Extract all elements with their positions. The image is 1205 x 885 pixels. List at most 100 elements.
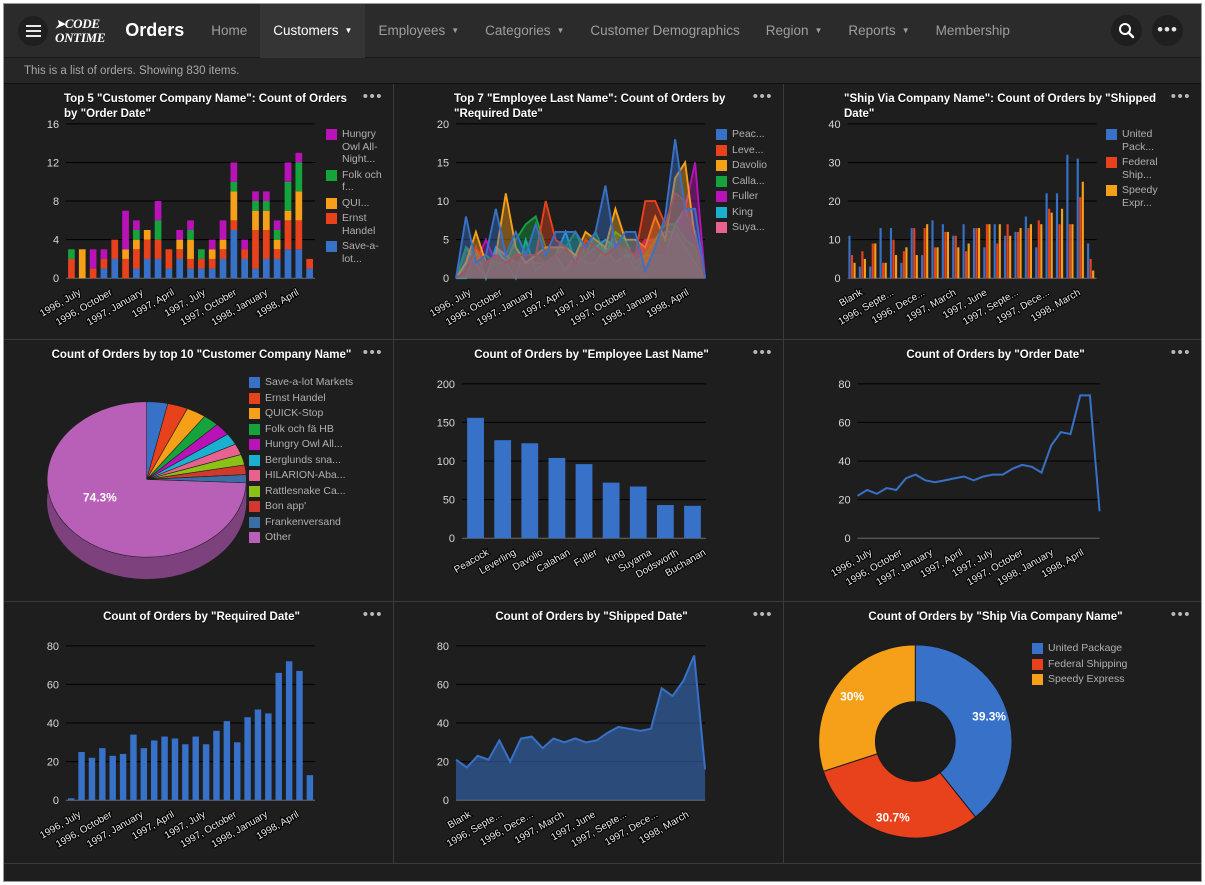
more-options-button[interactable]: •••	[1152, 15, 1183, 46]
bar-segment[interactable]	[220, 259, 227, 278]
legend-item[interactable]: Frankenversand	[249, 516, 353, 529]
bar-segment[interactable]	[155, 240, 162, 259]
bar-segment[interactable]	[90, 249, 97, 268]
legend-item[interactable]: Federal Ship...	[1106, 156, 1178, 181]
bar-segment[interactable]	[263, 230, 270, 259]
search-button[interactable]	[1111, 15, 1142, 46]
bar-segment[interactable]	[101, 259, 108, 269]
bar[interactable]	[1066, 155, 1068, 279]
bar[interactable]	[1004, 236, 1006, 278]
bar-segment[interactable]	[198, 269, 205, 279]
legend-item[interactable]: Hungry Owl All...	[249, 438, 353, 451]
bar-segment[interactable]	[68, 259, 75, 278]
bar[interactable]	[994, 224, 996, 278]
bar[interactable]	[1082, 182, 1084, 278]
bar-segment[interactable]	[285, 220, 292, 249]
bar[interactable]	[1040, 224, 1042, 278]
bar-segment[interactable]	[263, 201, 270, 211]
bar[interactable]	[895, 255, 897, 278]
bar[interactable]	[934, 247, 936, 278]
legend-item[interactable]: Calla...	[716, 175, 767, 188]
bar-segment[interactable]	[122, 259, 129, 278]
bar-segment[interactable]	[285, 211, 292, 221]
bar[interactable]	[1051, 213, 1053, 279]
bar[interactable]	[548, 458, 565, 538]
bar[interactable]	[630, 487, 647, 539]
legend-item[interactable]: Federal Shipping	[1032, 658, 1127, 671]
bar-segment[interactable]	[155, 201, 162, 220]
bar[interactable]	[931, 220, 933, 278]
bar[interactable]	[1027, 228, 1029, 278]
bar-segment[interactable]	[79, 249, 86, 278]
bar[interactable]	[467, 418, 484, 538]
legend-item[interactable]: Rattlesnake Ca...	[249, 485, 353, 498]
bar[interactable]	[255, 710, 261, 801]
bar-segment[interactable]	[295, 153, 302, 163]
bar[interactable]	[1019, 228, 1021, 278]
bar-segment[interactable]	[176, 230, 183, 240]
bar-segment[interactable]	[274, 220, 281, 230]
legend-item[interactable]: QUICK-Stop	[249, 407, 353, 420]
bar[interactable]	[968, 243, 970, 278]
bar[interactable]	[986, 224, 988, 278]
bar[interactable]	[657, 505, 674, 538]
bar[interactable]	[1079, 197, 1081, 278]
bar[interactable]	[521, 443, 538, 538]
bar[interactable]	[942, 224, 944, 278]
bar-segment[interactable]	[306, 259, 313, 269]
bar[interactable]	[1035, 247, 1037, 278]
bar-segment[interactable]	[274, 259, 281, 278]
bar-segment[interactable]	[111, 240, 118, 259]
bar-segment[interactable]	[166, 249, 173, 268]
legend-item[interactable]: QUI...	[326, 197, 393, 210]
bar[interactable]	[874, 243, 876, 278]
bar-segment[interactable]	[241, 240, 248, 250]
app-logo[interactable]: ➤CODE ONTIME	[55, 17, 105, 44]
bar[interactable]	[853, 263, 855, 278]
bar[interactable]	[869, 267, 871, 279]
bar-segment[interactable]	[263, 191, 270, 201]
bar[interactable]	[224, 721, 230, 800]
bar-segment[interactable]	[133, 220, 140, 230]
bar[interactable]	[1014, 232, 1016, 278]
bar-segment[interactable]	[274, 240, 281, 250]
legend-item[interactable]: Suya...	[716, 221, 767, 234]
bar[interactable]	[1025, 216, 1027, 278]
bar-segment[interactable]	[230, 162, 237, 181]
bar-segment[interactable]	[176, 240, 183, 250]
legend-item[interactable]: Other	[249, 531, 353, 544]
bar[interactable]	[963, 224, 965, 278]
bar[interactable]	[924, 228, 926, 278]
bar[interactable]	[885, 263, 887, 278]
bar[interactable]	[988, 224, 990, 278]
bar-segment[interactable]	[295, 249, 302, 278]
bar[interactable]	[89, 758, 95, 800]
bar-segment[interactable]	[90, 269, 97, 279]
bar-segment[interactable]	[111, 259, 118, 278]
bar[interactable]	[851, 255, 853, 278]
bar-segment[interactable]	[285, 249, 292, 278]
bar[interactable]	[926, 224, 928, 278]
legend-item[interactable]: Folk och fä HB	[249, 423, 353, 436]
bar[interactable]	[1090, 259, 1092, 278]
bar[interactable]	[892, 240, 894, 279]
bar[interactable]	[193, 737, 199, 801]
bar[interactable]	[955, 236, 957, 278]
bar-segment[interactable]	[295, 162, 302, 191]
legend-item[interactable]: Leve...	[716, 144, 767, 157]
bar[interactable]	[936, 247, 938, 278]
nav-item-employees[interactable]: Employees▼	[365, 4, 472, 58]
bar[interactable]	[78, 752, 84, 800]
nav-item-categories[interactable]: Categories▼	[472, 4, 577, 58]
bar-segment[interactable]	[274, 249, 281, 259]
bar-segment[interactable]	[155, 220, 162, 239]
bar-segment[interactable]	[133, 230, 140, 240]
bar[interactable]	[944, 232, 946, 278]
bar-segment[interactable]	[209, 240, 216, 250]
bar[interactable]	[911, 228, 913, 278]
legend-item[interactable]: Berglunds sna...	[249, 454, 353, 467]
legend-item[interactable]: King	[716, 206, 767, 219]
bar[interactable]	[905, 247, 907, 278]
bar-segment[interactable]	[230, 191, 237, 220]
bar[interactable]	[882, 263, 884, 278]
